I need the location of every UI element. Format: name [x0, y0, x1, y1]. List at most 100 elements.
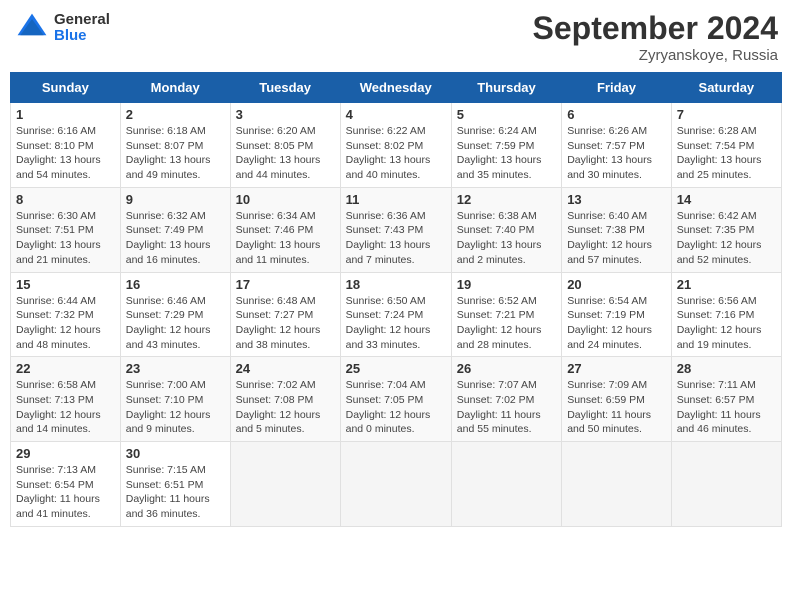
- col-monday: Monday: [120, 73, 230, 103]
- sunrise-label: Sunrise: 6:36 AM: [346, 210, 426, 222]
- day-number: 5: [457, 107, 556, 122]
- sunrise-label: Sunrise: 7:04 AM: [346, 379, 426, 391]
- calendar-cell: 1 Sunrise: 6:16 AM Sunset: 8:10 PM Dayli…: [11, 103, 121, 188]
- day-info: Sunrise: 6:26 AM Sunset: 7:57 PM Dayligh…: [567, 124, 666, 183]
- day-info: Sunrise: 6:38 AM Sunset: 7:40 PM Dayligh…: [457, 209, 556, 268]
- calendar-cell: 9 Sunrise: 6:32 AM Sunset: 7:49 PM Dayli…: [120, 187, 230, 272]
- daylight-label: Daylight: 13 hours: [236, 154, 321, 166]
- daylight-minutes: and 11 minutes.: [236, 254, 310, 266]
- day-info: Sunrise: 7:13 AM Sunset: 6:54 PM Dayligh…: [16, 463, 115, 522]
- sunset-label: Sunset: 7:46 PM: [236, 224, 314, 236]
- calendar-cell: 17 Sunrise: 6:48 AM Sunset: 7:27 PM Dayl…: [230, 272, 340, 357]
- daylight-minutes: and 2 minutes.: [457, 254, 526, 266]
- day-info: Sunrise: 6:22 AM Sunset: 8:02 PM Dayligh…: [346, 124, 446, 183]
- sunset-label: Sunset: 6:59 PM: [567, 394, 645, 406]
- daylight-label: Daylight: 12 hours: [677, 239, 762, 251]
- calendar-cell: 30 Sunrise: 7:15 AM Sunset: 6:51 PM Dayl…: [120, 442, 230, 527]
- day-number: 26: [457, 361, 556, 376]
- day-info: Sunrise: 6:52 AM Sunset: 7:21 PM Dayligh…: [457, 294, 556, 353]
- sunrise-label: Sunrise: 6:28 AM: [677, 125, 757, 137]
- sunset-label: Sunset: 7:43 PM: [346, 224, 424, 236]
- col-saturday: Saturday: [671, 73, 781, 103]
- page-header: General Blue September 2024 Zyryanskoye,…: [10, 10, 782, 64]
- calendar-cell: 14 Sunrise: 6:42 AM Sunset: 7:35 PM Dayl…: [671, 187, 781, 272]
- daylight-label: Daylight: 13 hours: [567, 154, 652, 166]
- daylight-minutes: and 9 minutes.: [126, 423, 195, 435]
- daylight-label: Daylight: 11 hours: [567, 409, 651, 421]
- day-info: Sunrise: 6:56 AM Sunset: 7:16 PM Dayligh…: [677, 294, 776, 353]
- day-info: Sunrise: 7:02 AM Sunset: 7:08 PM Dayligh…: [236, 378, 335, 437]
- day-number: 22: [16, 361, 115, 376]
- daylight-minutes: and 30 minutes.: [567, 169, 642, 181]
- daylight-label: Daylight: 12 hours: [126, 324, 211, 336]
- daylight-minutes: and 35 minutes.: [457, 169, 532, 181]
- calendar-cell: 2 Sunrise: 6:18 AM Sunset: 8:07 PM Dayli…: [120, 103, 230, 188]
- sunset-label: Sunset: 7:29 PM: [126, 309, 204, 321]
- day-info: Sunrise: 7:09 AM Sunset: 6:59 PM Dayligh…: [567, 378, 666, 437]
- daylight-label: Daylight: 13 hours: [677, 154, 762, 166]
- col-wednesday: Wednesday: [340, 73, 451, 103]
- day-info: Sunrise: 6:48 AM Sunset: 7:27 PM Dayligh…: [236, 294, 335, 353]
- sunset-label: Sunset: 7:05 PM: [346, 394, 424, 406]
- daylight-minutes: and 14 minutes.: [16, 423, 91, 435]
- daylight-minutes: and 41 minutes.: [16, 508, 91, 520]
- sunset-label: Sunset: 7:54 PM: [677, 140, 755, 152]
- day-info: Sunrise: 6:40 AM Sunset: 7:38 PM Dayligh…: [567, 209, 666, 268]
- calendar-cell: 28 Sunrise: 7:11 AM Sunset: 6:57 PM Dayl…: [671, 357, 781, 442]
- daylight-label: Daylight: 12 hours: [567, 239, 652, 251]
- day-info: Sunrise: 6:30 AM Sunset: 7:51 PM Dayligh…: [16, 209, 115, 268]
- day-number: 20: [567, 277, 666, 292]
- daylight-minutes: and 28 minutes.: [457, 339, 532, 351]
- sunrise-label: Sunrise: 6:58 AM: [16, 379, 96, 391]
- daylight-minutes: and 57 minutes.: [567, 254, 642, 266]
- daylight-minutes: and 50 minutes.: [567, 423, 642, 435]
- daylight-label: Daylight: 11 hours: [126, 493, 210, 505]
- daylight-minutes: and 33 minutes.: [346, 339, 421, 351]
- day-info: Sunrise: 6:36 AM Sunset: 7:43 PM Dayligh…: [346, 209, 446, 268]
- day-number: 1: [16, 107, 115, 122]
- daylight-label: Daylight: 12 hours: [126, 409, 211, 421]
- sunrise-label: Sunrise: 6:16 AM: [16, 125, 96, 137]
- daylight-label: Daylight: 13 hours: [457, 239, 542, 251]
- day-number: 13: [567, 192, 666, 207]
- calendar-cell: 5 Sunrise: 6:24 AM Sunset: 7:59 PM Dayli…: [451, 103, 561, 188]
- day-info: Sunrise: 6:42 AM Sunset: 7:35 PM Dayligh…: [677, 209, 776, 268]
- sunrise-label: Sunrise: 6:18 AM: [126, 125, 206, 137]
- sunset-label: Sunset: 7:49 PM: [126, 224, 204, 236]
- daylight-label: Daylight: 13 hours: [16, 239, 101, 251]
- day-number: 14: [677, 192, 776, 207]
- daylight-minutes: and 5 minutes.: [236, 423, 305, 435]
- calendar-header: Sunday Monday Tuesday Wednesday Thursday…: [11, 73, 782, 103]
- daylight-label: Daylight: 12 hours: [457, 324, 542, 336]
- daylight-minutes: and 44 minutes.: [236, 169, 311, 181]
- sunset-label: Sunset: 7:19 PM: [567, 309, 645, 321]
- calendar-cell: [340, 442, 451, 527]
- day-info: Sunrise: 6:54 AM Sunset: 7:19 PM Dayligh…: [567, 294, 666, 353]
- title-block: September 2024 Zyryanskoye, Russia: [533, 10, 778, 64]
- day-number: 30: [126, 446, 225, 461]
- day-info: Sunrise: 6:28 AM Sunset: 7:54 PM Dayligh…: [677, 124, 776, 183]
- sunset-label: Sunset: 7:10 PM: [126, 394, 204, 406]
- sunset-label: Sunset: 7:59 PM: [457, 140, 535, 152]
- daylight-minutes: and 19 minutes.: [677, 339, 752, 351]
- calendar-cell: 18 Sunrise: 6:50 AM Sunset: 7:24 PM Dayl…: [340, 272, 451, 357]
- logo-icon: [14, 10, 50, 46]
- daylight-label: Daylight: 13 hours: [16, 154, 101, 166]
- daylight-minutes: and 52 minutes.: [677, 254, 752, 266]
- daylight-minutes: and 46 minutes.: [677, 423, 752, 435]
- calendar-cell: 20 Sunrise: 6:54 AM Sunset: 7:19 PM Dayl…: [562, 272, 672, 357]
- calendar-week-5: 29 Sunrise: 7:13 AM Sunset: 6:54 PM Dayl…: [11, 442, 782, 527]
- calendar-cell: 8 Sunrise: 6:30 AM Sunset: 7:51 PM Dayli…: [11, 187, 121, 272]
- day-number: 27: [567, 361, 666, 376]
- calendar-cell: 4 Sunrise: 6:22 AM Sunset: 8:02 PM Dayli…: [340, 103, 451, 188]
- calendar-cell: 24 Sunrise: 7:02 AM Sunset: 7:08 PM Dayl…: [230, 357, 340, 442]
- daylight-minutes: and 54 minutes.: [16, 169, 91, 181]
- calendar-week-2: 8 Sunrise: 6:30 AM Sunset: 7:51 PM Dayli…: [11, 187, 782, 272]
- sunset-label: Sunset: 6:51 PM: [126, 479, 204, 491]
- calendar-cell: 3 Sunrise: 6:20 AM Sunset: 8:05 PM Dayli…: [230, 103, 340, 188]
- day-number: 2: [126, 107, 225, 122]
- daylight-minutes: and 0 minutes.: [346, 423, 415, 435]
- day-number: 19: [457, 277, 556, 292]
- sunset-label: Sunset: 6:57 PM: [677, 394, 755, 406]
- day-info: Sunrise: 6:18 AM Sunset: 8:07 PM Dayligh…: [126, 124, 225, 183]
